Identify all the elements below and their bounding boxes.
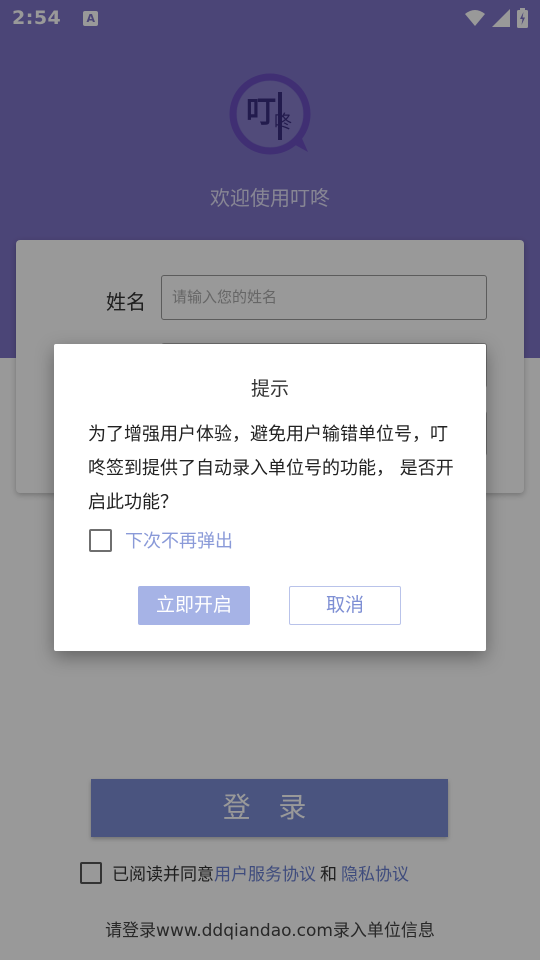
prompt-dialog: 提示 为了增强用户体验，避免用户输错单位号，叮咚签到提供了自动录入单位号的功能，… bbox=[54, 344, 486, 651]
cancel-button[interactable]: 取消 bbox=[289, 586, 401, 625]
dont-show-again-checkbox[interactable] bbox=[89, 528, 112, 552]
enable-now-button[interactable]: 立即开启 bbox=[138, 586, 250, 625]
dialog-title: 提示 bbox=[250, 378, 289, 400]
dont-show-again-row[interactable]: 下次不再弹出 bbox=[89, 527, 233, 553]
dialog-message: 为了增强用户体验，避免用户输错单位号，叮咚签到提供了自动录入单位号的功能， 是否… bbox=[88, 424, 454, 513]
dont-show-again-label[interactable]: 下次不再弹出 bbox=[125, 527, 233, 553]
